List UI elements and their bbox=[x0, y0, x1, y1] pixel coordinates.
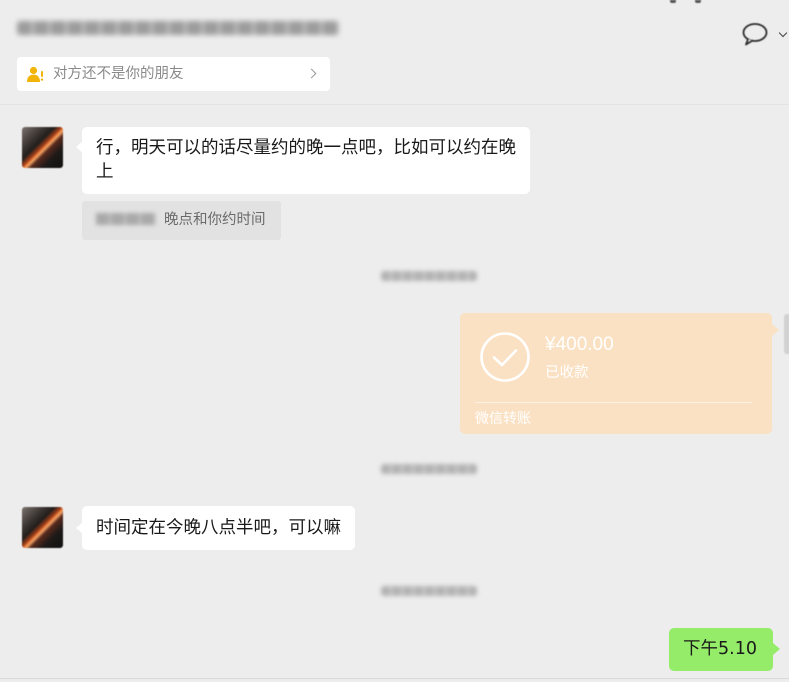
not-friend-notice[interactable]: 对方还不是你的朋友 bbox=[17, 57, 330, 91]
user-alert-icon bbox=[26, 65, 45, 84]
window-control-icon[interactable] bbox=[670, 0, 676, 3]
header-divider bbox=[0, 104, 789, 105]
self-avatar[interactable] bbox=[784, 314, 789, 354]
outgoing-message[interactable]: 下午5.10 bbox=[669, 628, 773, 671]
contact-avatar[interactable] bbox=[22, 507, 63, 548]
bubble-tail bbox=[772, 324, 779, 336]
quoted-text: 晚点和你约时间 bbox=[164, 212, 266, 228]
transfer-status: 已收款 bbox=[545, 365, 589, 381]
chat-bubble-icon[interactable] bbox=[740, 19, 770, 49]
transfer-label: 微信转账 bbox=[475, 411, 531, 427]
timestamp-blurred bbox=[381, 464, 477, 474]
check-circle-icon bbox=[479, 332, 531, 384]
transfer-card[interactable]: ¥400.00 已收款 微信转账 bbox=[460, 313, 772, 434]
bubble-tail bbox=[773, 643, 780, 655]
timestamp-blurred bbox=[381, 271, 477, 281]
quoted-message[interactable]: 晚点和你约时间 bbox=[82, 201, 281, 240]
quoted-sender-blurred bbox=[96, 212, 156, 225]
window-control-icon[interactable] bbox=[695, 0, 701, 3]
input-area-divider bbox=[0, 678, 789, 679]
timestamp-blurred bbox=[381, 586, 477, 596]
chat-title-blurred bbox=[17, 21, 339, 35]
contact-avatar[interactable] bbox=[22, 127, 63, 168]
transfer-divider bbox=[475, 402, 752, 403]
incoming-message[interactable]: 时间定在今晚八点半吧，可以嘛 bbox=[82, 506, 355, 550]
chevron-down-icon[interactable] bbox=[779, 30, 787, 38]
incoming-message[interactable]: 行，明天可以的话尽量约的晚一点吧，比如可以约在晚上 bbox=[82, 127, 530, 194]
notice-text: 对方还不是你的朋友 bbox=[53, 66, 184, 82]
chevron-right-icon bbox=[310, 70, 317, 77]
transfer-amount: ¥400.00 bbox=[545, 334, 614, 355]
